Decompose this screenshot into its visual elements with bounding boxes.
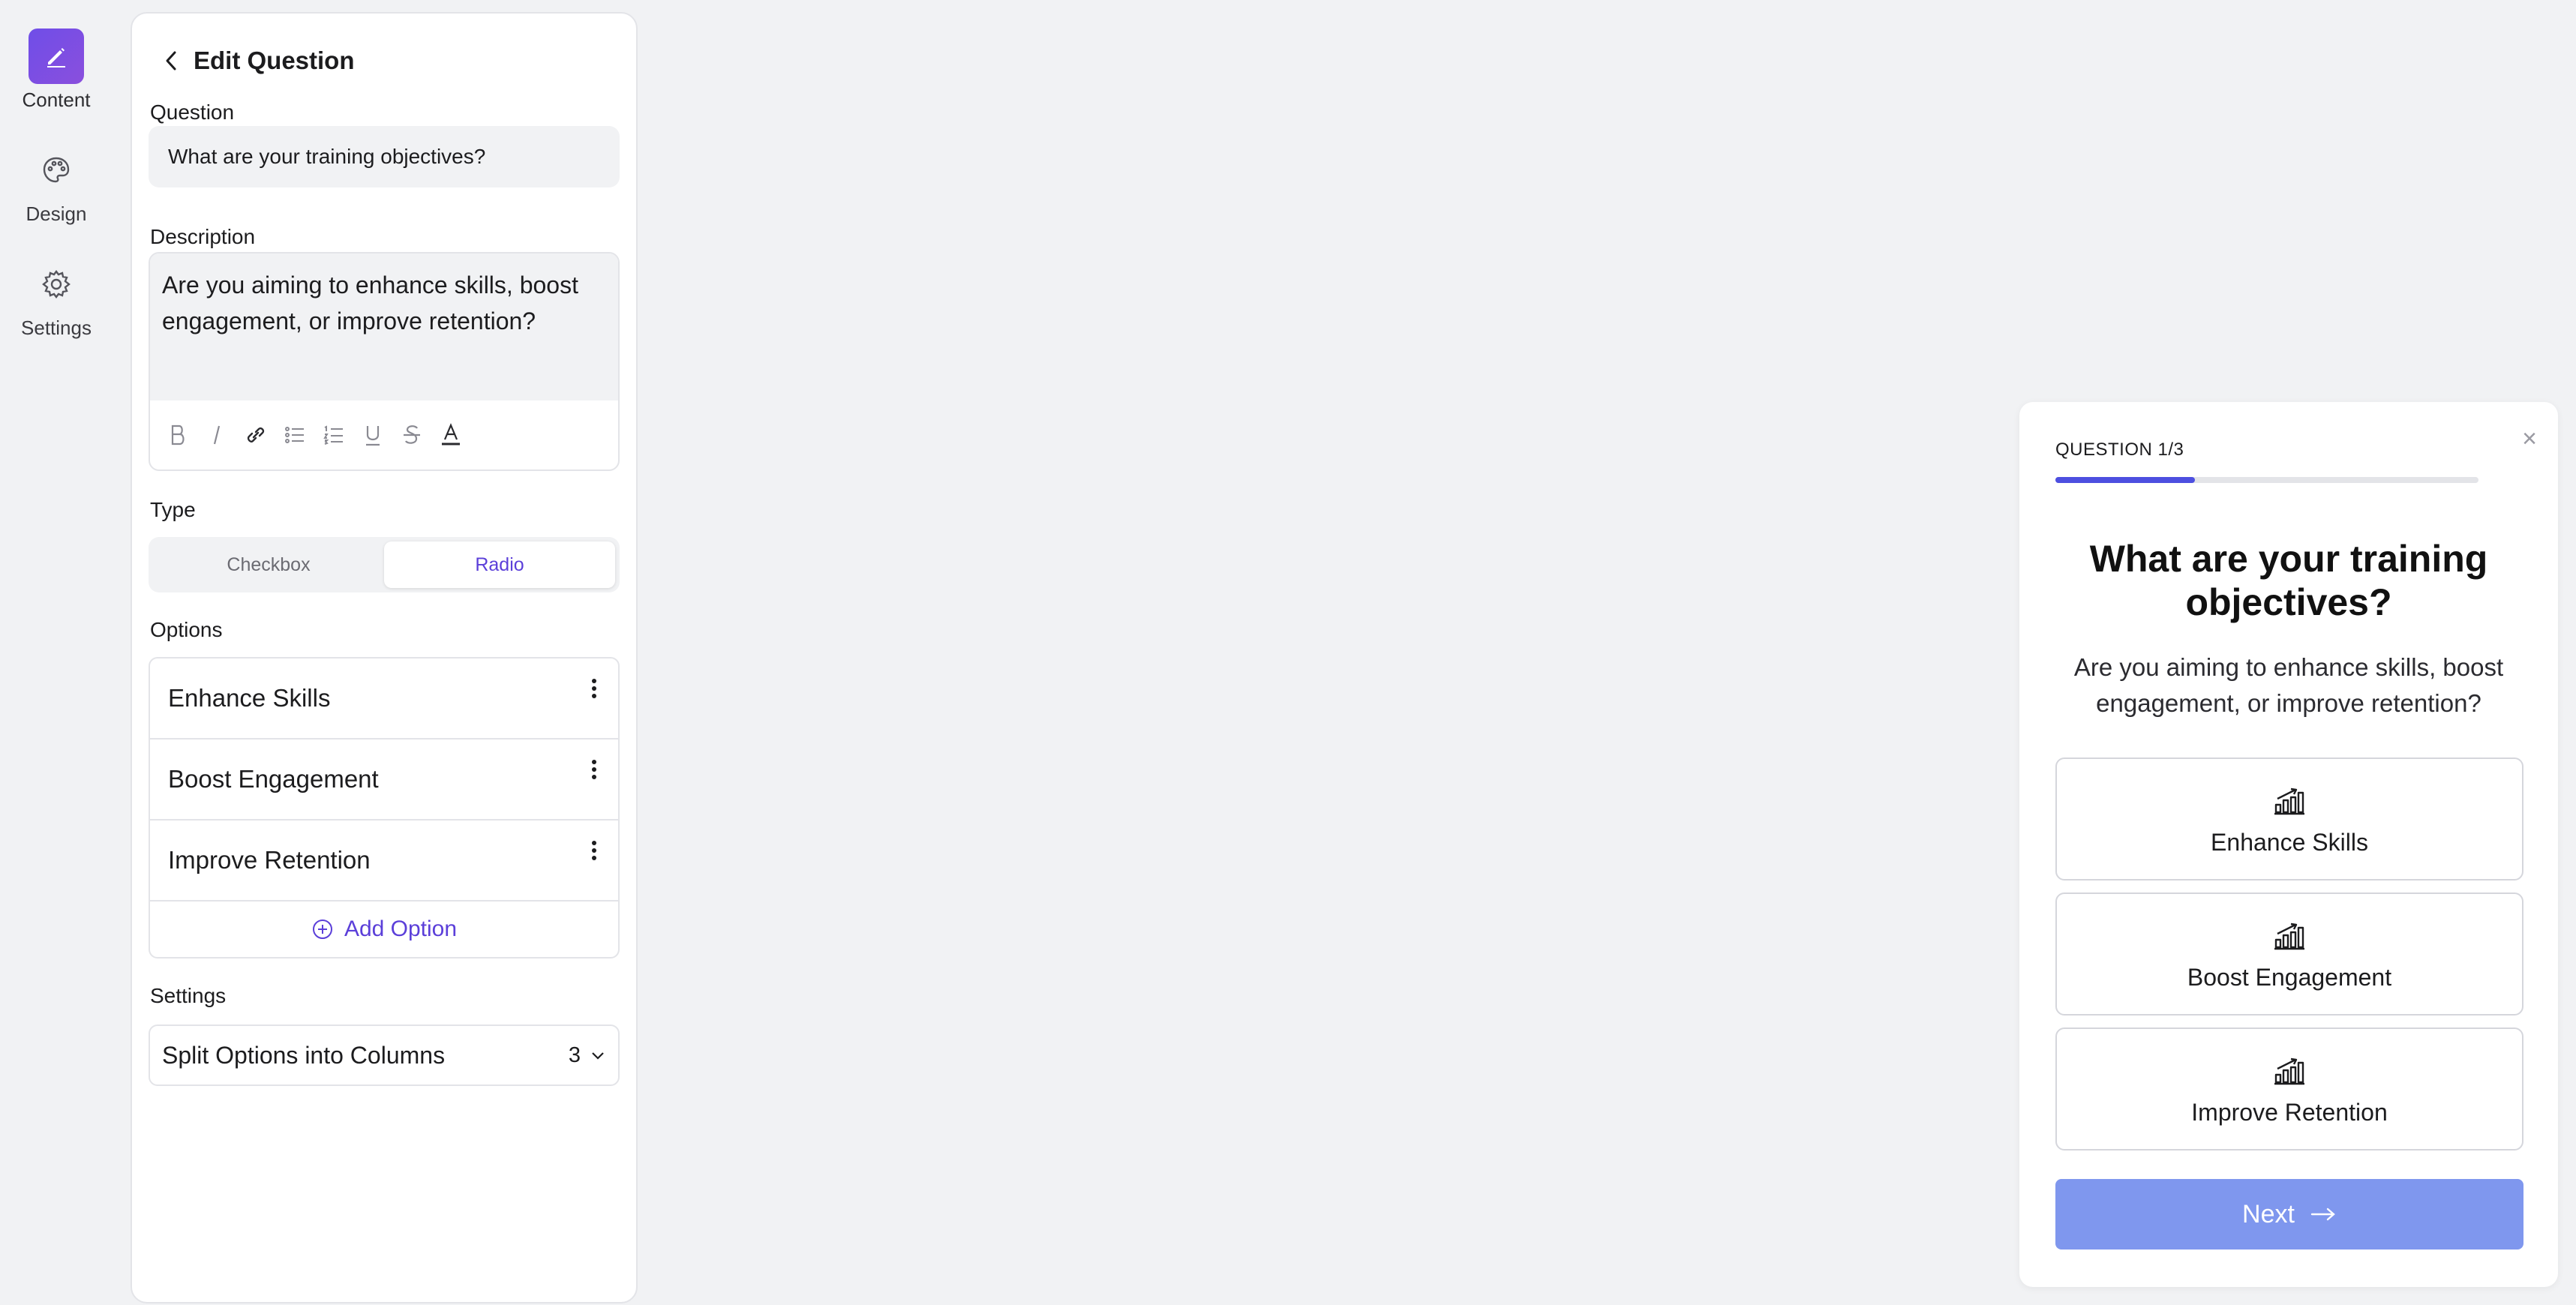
question-preview-card: QUESTION 1/3 × What are your training ob… (2019, 402, 2558, 1287)
preview-question-title: What are your training objectives? (2089, 538, 2488, 623)
options-label: Options (150, 618, 223, 641)
option-row[interactable]: Improve Retention (150, 820, 618, 902)
preview-option-label: Boost Engagement (2187, 963, 2392, 991)
progress-bar-fill (2055, 477, 2196, 483)
next-button[interactable]: Next (2055, 1179, 2523, 1250)
underline-icon[interactable] (359, 421, 387, 449)
type-segmented-control: Checkbox Radio (149, 537, 620, 592)
nav-item-label: Settings (21, 316, 92, 339)
preview-option[interactable]: Boost Engagement (2055, 892, 2523, 1016)
text-color-icon[interactable] (437, 421, 465, 449)
link-icon[interactable] (242, 421, 270, 449)
back-chevron-icon[interactable] (162, 49, 180, 73)
panel-header: Edit Question (162, 33, 355, 88)
option-row[interactable]: Boost Engagement (150, 740, 618, 820)
edit-question-panel: Edit Question Question What are your tra… (131, 12, 638, 1304)
preview-option-label: Improve Retention (2191, 1098, 2388, 1126)
columns-select-value: 3 (568, 1042, 581, 1067)
description-label: Description (150, 225, 256, 248)
type-label: Type (150, 498, 196, 521)
more-vertical-icon[interactable] (587, 756, 602, 786)
option-label: Improve Retention (168, 846, 371, 874)
nav-item-content[interactable]: Content (0, 28, 113, 112)
more-vertical-icon[interactable] (587, 837, 602, 867)
add-option-button[interactable]: Add Option (150, 902, 618, 957)
settings-label: Settings (150, 984, 227, 1007)
numbered-list-icon[interactable] (320, 421, 348, 449)
columns-select-label: Split Options into Columns (162, 1041, 446, 1069)
app-root: Content Design Settings Edit Question Qu… (0, 0, 2576, 1305)
options-list: Enhance Skills Boost Engagement Improve … (149, 657, 620, 958)
pencil-icon (29, 28, 84, 84)
nav-item-label: Design (26, 202, 87, 225)
bar-chart-growth-icon (2271, 782, 2307, 818)
add-option-label: Add Option (344, 916, 458, 941)
option-row[interactable]: Enhance Skills (150, 658, 618, 740)
preview-question-description: Are you aiming to enhance skills, boost … (2073, 653, 2504, 717)
bar-chart-growth-icon (2271, 917, 2307, 953)
type-option-radio[interactable]: Radio (384, 542, 615, 588)
chevron-down-icon (590, 1047, 606, 1064)
option-label: Boost Engagement (168, 765, 379, 793)
bullet-list-icon[interactable] (281, 421, 309, 449)
strikethrough-icon[interactable] (398, 421, 426, 449)
preview-option[interactable]: Improve Retention (2055, 1028, 2523, 1150)
question-input[interactable]: What are your training objectives? (149, 126, 620, 188)
nav-item-settings[interactable]: Settings (0, 256, 113, 340)
left-nav-rail: Content Design Settings (0, 0, 113, 1305)
description-textarea[interactable]: Are you aiming to enhance skills, boost … (150, 254, 618, 400)
nav-item-label: Content (22, 88, 91, 111)
bar-chart-growth-icon (2271, 1052, 2307, 1088)
description-editor: Are you aiming to enhance skills, boost … (149, 252, 620, 471)
nav-item-design[interactable]: Design (0, 142, 113, 226)
type-option-checkbox[interactable]: Checkbox (153, 542, 384, 588)
step-indicator: QUESTION 1/3 (2055, 440, 2184, 460)
columns-select-value-wrap: 3 (569, 1043, 606, 1068)
question-label: Question (150, 100, 235, 124)
preview-option[interactable]: Enhance Skills (2055, 758, 2523, 880)
gear-icon (29, 256, 84, 312)
close-icon[interactable]: × (2522, 424, 2537, 454)
preview-option-label: Enhance Skills (2211, 828, 2368, 856)
panel-title: Edit Question (194, 46, 355, 74)
palette-icon (29, 142, 84, 198)
next-button-label: Next (2242, 1199, 2295, 1228)
plus-circle-icon (311, 918, 334, 940)
format-toolbar (150, 400, 618, 470)
arrow-right-icon (2310, 1205, 2337, 1223)
bold-icon[interactable] (164, 421, 192, 449)
progress-bar (2055, 477, 2478, 483)
italic-icon[interactable] (203, 421, 231, 449)
more-vertical-icon[interactable] (587, 675, 602, 705)
option-label: Enhance Skills (168, 684, 331, 712)
columns-select[interactable]: Split Options into Columns 3 (149, 1024, 620, 1086)
